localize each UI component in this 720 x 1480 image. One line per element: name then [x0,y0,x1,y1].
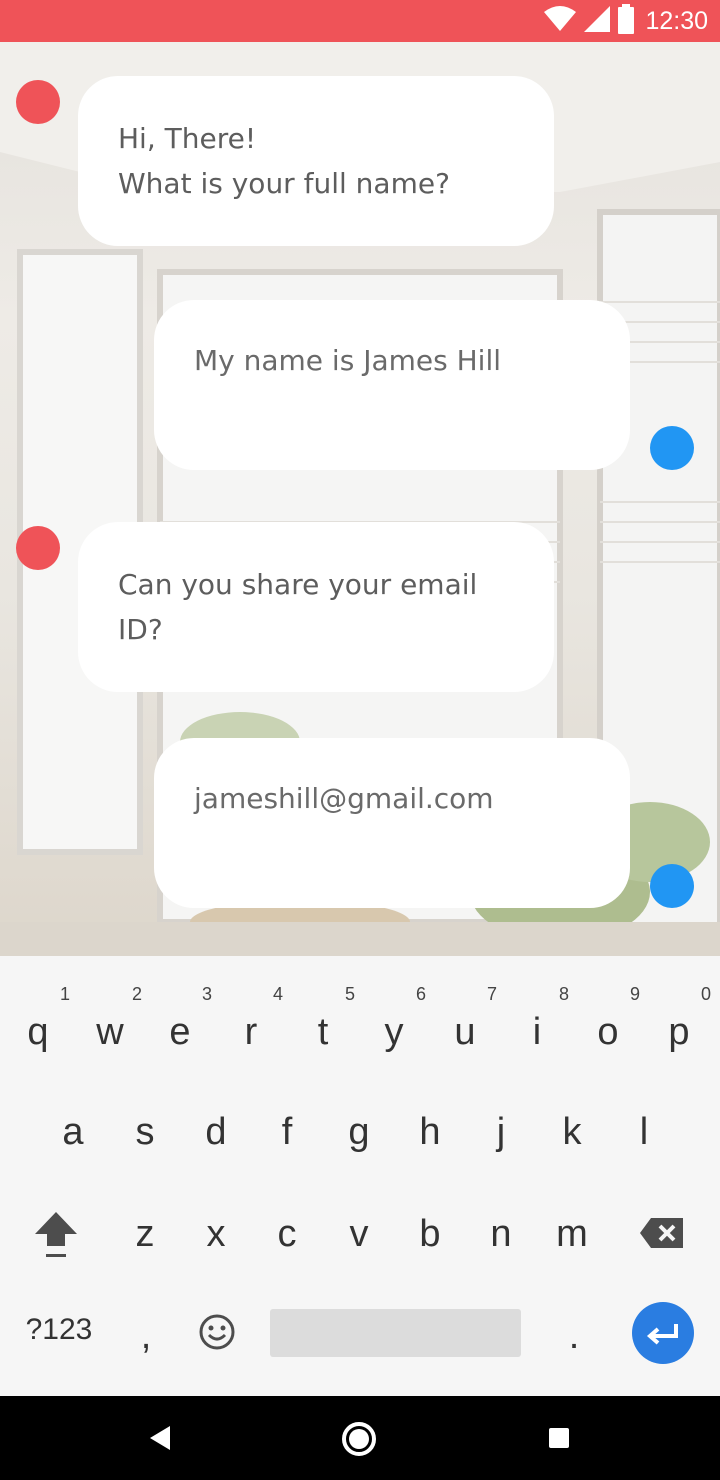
key-hint: 3 [201,984,212,1004]
shift-icon [35,1212,77,1257]
home-icon[interactable] [340,1420,378,1458]
message-line: jameshill@gmail.com [194,782,494,815]
key-c[interactable]: c [251,1194,323,1274]
message-line: My name is James Hill [194,344,502,377]
key-n[interactable]: n [465,1194,537,1274]
emoji-icon [199,1314,235,1350]
message-line: Hi, There! [118,122,257,155]
key-f[interactable]: f [251,1092,323,1172]
key-d[interactable]: d [180,1092,252,1172]
key-hint: 4 [272,984,283,1004]
backspace-icon [640,1218,683,1248]
battery-icon [617,3,635,39]
key-e[interactable]: e3 [144,984,216,1072]
key-t[interactable]: t5 [287,984,359,1072]
period-key[interactable]: . [538,1296,610,1376]
key-h[interactable]: h [394,1092,466,1172]
wifi-icon [543,5,577,37]
key-x[interactable]: x [180,1194,252,1274]
key-i[interactable]: i8 [501,984,573,1072]
symbols-key[interactable]: ?123 [14,1305,104,1355]
emoji-key[interactable] [181,1292,253,1372]
key-l[interactable]: l [608,1092,680,1172]
shift-key[interactable] [20,1192,92,1272]
comma-key[interactable]: , [110,1296,182,1376]
key-hint: 2 [131,984,142,1004]
backspace-key[interactable] [626,1194,698,1274]
user-message-bubble: jameshill@gmail.com [154,738,630,908]
key-hint: 5 [344,984,355,1004]
key-u[interactable]: u7 [429,984,501,1072]
message-line: ID? [118,613,163,646]
message-line: Can you share your email [118,568,478,601]
key-a[interactable]: a [37,1092,109,1172]
user-avatar-dot [650,426,694,470]
status-bar: 12:30 [0,0,720,42]
key-hint: 6 [415,984,426,1004]
key-o[interactable]: o9 [572,984,644,1072]
bot-message-bubble: Hi, There! What is your full name? [78,76,554,246]
key-r[interactable]: r4 [215,984,287,1072]
enter-icon [646,1324,678,1345]
key-hint: 7 [486,984,497,1004]
key-hint: 1 [59,984,70,1004]
key-b[interactable]: b [394,1194,466,1274]
key-hint: 0 [700,984,711,1004]
key-w[interactable]: w2 [74,984,146,1072]
key-hint: 9 [629,984,640,1004]
message-line: What is your full name? [118,167,450,200]
key-p[interactable]: p0 [643,984,715,1072]
back-icon[interactable] [148,1424,172,1452]
key-k[interactable]: k [536,1092,608,1172]
bot-avatar-dot [16,526,60,570]
key-q[interactable]: q1 [2,984,74,1072]
signal-icon [583,5,611,38]
enter-key[interactable] [632,1302,694,1364]
key-z[interactable]: z [109,1194,181,1274]
bot-avatar-dot [16,80,60,124]
key-v[interactable]: v [323,1194,395,1274]
spacebar[interactable] [270,1309,521,1357]
key-g[interactable]: g [323,1092,395,1172]
bot-message-bubble: Can you share your email ID? [78,522,554,692]
user-avatar-dot [650,864,694,908]
key-j[interactable]: j [465,1092,537,1172]
key-y[interactable]: y6 [358,984,430,1072]
key-m[interactable]: m [536,1194,608,1274]
key-hint: 8 [558,984,569,1004]
key-s[interactable]: s [109,1092,181,1172]
status-time: 12:30 [645,6,708,35]
navigation-bar [0,1396,720,1480]
user-message-bubble: My name is James Hill [154,300,630,470]
recents-icon[interactable] [548,1427,570,1449]
